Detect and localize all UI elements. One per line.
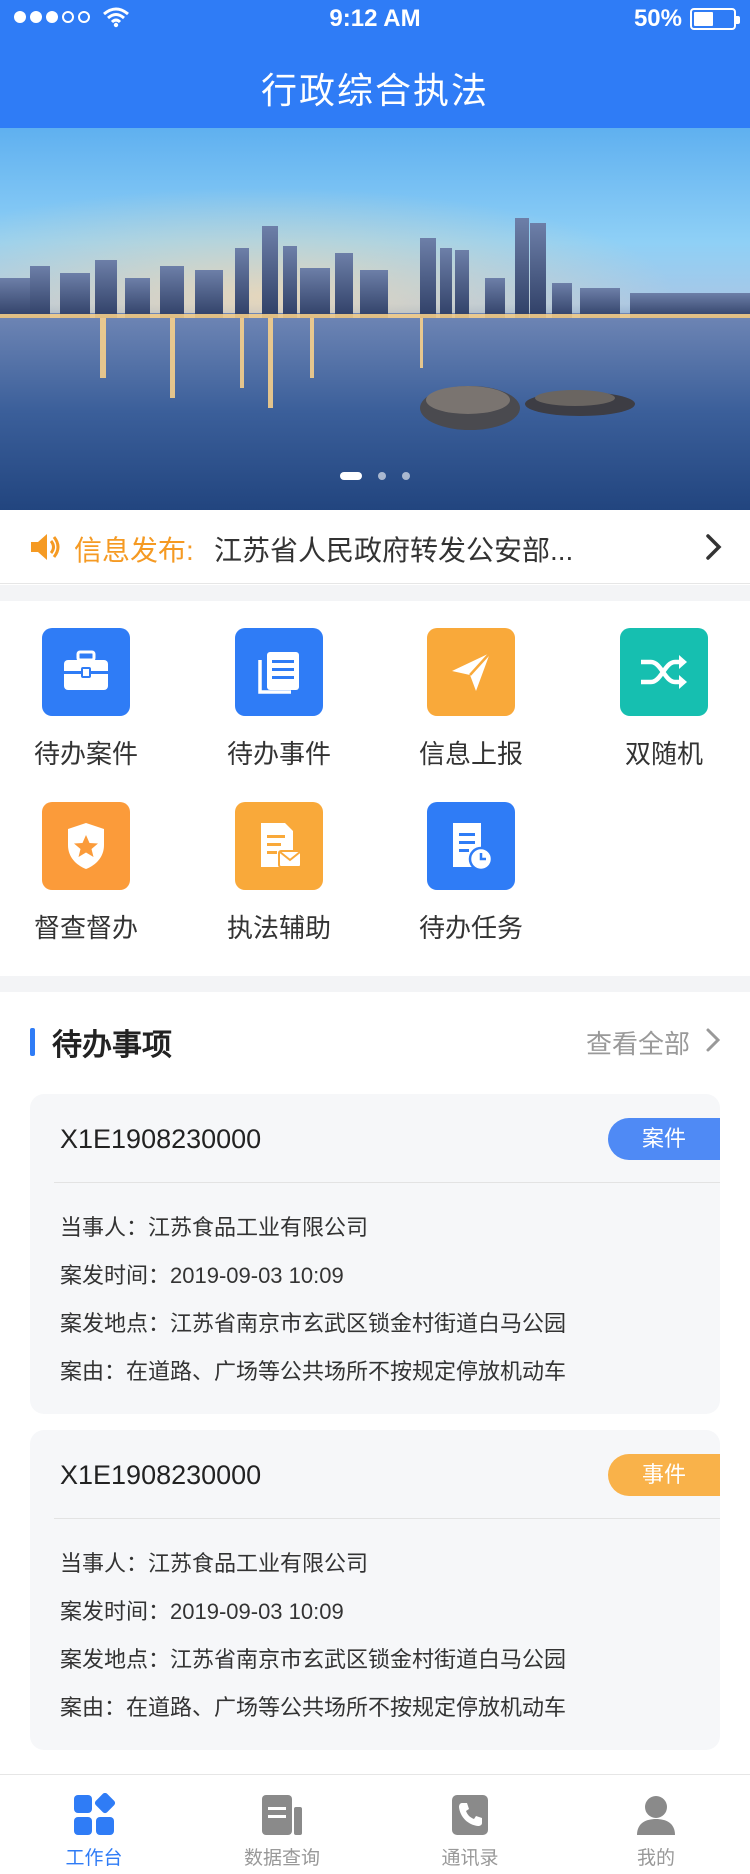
form-mail-icon: [235, 802, 323, 890]
grid-item-info-report[interactable]: 信息上报: [396, 628, 546, 778]
speaker-icon: [31, 534, 60, 560]
banner-carousel[interactable]: [0, 128, 750, 510]
todo-card[interactable]: X1E1908230000 事件 当事人：江苏食品工业有限公司 案发时间：201…: [30, 1430, 720, 1750]
app-header: 9:12 AM 50% 行政综合执法: [0, 0, 750, 128]
section-title: 待办事项: [52, 1029, 172, 1062]
case-reason: 案由：在道路、广场等公共场所不按规定停放机动车: [60, 1359, 567, 1384]
view-all-link[interactable]: 查看全部: [586, 1024, 690, 1061]
data-query-icon: [262, 1795, 302, 1835]
grid-item-pending-cases[interactable]: 待办案件: [11, 628, 161, 778]
tab-label: 数据查询: [243, 1848, 320, 1869]
section-accent-bar: [30, 1028, 35, 1056]
tab-workbench[interactable]: 工作台: [0, 1775, 188, 1874]
paper-plane-icon: [427, 628, 515, 716]
tab-profile[interactable]: 我的: [562, 1775, 750, 1874]
clipboard-clock-icon: [427, 802, 515, 890]
grid-label: 双随机: [624, 739, 703, 769]
status-bar: 9:12 AM 50%: [0, 0, 750, 40]
grid-item-supervision[interactable]: 督查督办: [11, 802, 161, 952]
page-title: 行政综合执法: [260, 70, 489, 111]
city-skyline-image: [0, 218, 750, 510]
section-divider: [0, 976, 750, 992]
case-id: X1E1908230000: [60, 1460, 262, 1490]
shuffle-icon: [620, 628, 708, 716]
battery-icon: [690, 8, 740, 30]
case-party: 当事人：江苏食品工业有限公司: [60, 1551, 369, 1576]
todo-card[interactable]: X1E1908230000 案件 当事人：江苏食品工业有限公司 案发时间：201…: [30, 1094, 720, 1414]
tab-label: 通讯录: [441, 1848, 499, 1869]
case-time: 案发时间：2019-09-03 10:09: [60, 1599, 344, 1624]
notice-text[interactable]: 江苏省人民政府转发公安部...: [214, 529, 573, 569]
contacts-phone-icon: [452, 1795, 488, 1835]
tab-label: 我的: [636, 1848, 675, 1869]
carousel-dot[interactable]: [340, 472, 362, 480]
event-type-badge: 事件: [608, 1454, 720, 1496]
tab-contacts[interactable]: 通讯录: [376, 1775, 564, 1874]
card-divider: [54, 1518, 720, 1519]
tab-data-query[interactable]: 数据查询: [188, 1775, 376, 1874]
workbench-icon: [74, 1793, 116, 1835]
shield-star-icon: [42, 802, 130, 890]
battery-percent: 50%: [633, 5, 682, 32]
grid-label: 执法辅助: [226, 913, 331, 943]
case-reason: 案由：在道路、广场等公共场所不按规定停放机动车: [60, 1695, 567, 1720]
todo-section-header: 待办事项 查看全部: [0, 1006, 750, 1076]
carousel-indicator[interactable]: [0, 472, 750, 480]
grid-label: 待办事件: [226, 739, 331, 769]
grid-item-double-random[interactable]: 双随机: [589, 628, 739, 778]
notice-bar[interactable]: 信息发布: 江苏省人民政府转发公安部...: [0, 510, 750, 584]
chevron-right-icon[interactable]: [704, 532, 724, 562]
case-location: 案发地点：江苏省南京市玄武区锁金村街道白马公园: [60, 1311, 567, 1336]
card-divider: [54, 1182, 720, 1183]
case-time: 案发时间：2019-09-03 10:09: [60, 1263, 344, 1288]
profile-icon: [637, 1796, 675, 1835]
bottom-tab-bar: 工作台 数据查询 通讯录 我的: [0, 1774, 750, 1874]
case-type-badge: 案件: [608, 1118, 720, 1160]
grid-item-pending-events[interactable]: 待办事件: [204, 628, 354, 778]
briefcase-icon: [42, 628, 130, 716]
document-list-icon: [235, 628, 323, 716]
grid-item-law-assist[interactable]: 执法辅助: [204, 802, 354, 952]
grid-label: 待办案件: [33, 739, 138, 769]
carousel-dot[interactable]: [378, 472, 386, 480]
tab-label: 工作台: [65, 1848, 123, 1869]
battery-indicator: 50%: [633, 5, 740, 33]
carousel-dot[interactable]: [402, 472, 410, 480]
case-party: 当事人：江苏食品工业有限公司: [60, 1215, 369, 1240]
case-id: X1E1908230000: [60, 1124, 262, 1154]
grid-label: 信息上报: [418, 739, 523, 769]
grid-label: 督查督办: [33, 913, 138, 943]
section-divider: [0, 585, 750, 601]
grid-item-pending-tasks[interactable]: 待办任务: [396, 802, 546, 952]
notice-label: 信息发布:: [74, 535, 194, 566]
chevron-right-icon[interactable]: [704, 1026, 722, 1054]
case-location: 案发地点：江苏省南京市玄武区锁金村街道白马公园: [60, 1647, 567, 1672]
grid-label: 待办任务: [418, 913, 523, 943]
